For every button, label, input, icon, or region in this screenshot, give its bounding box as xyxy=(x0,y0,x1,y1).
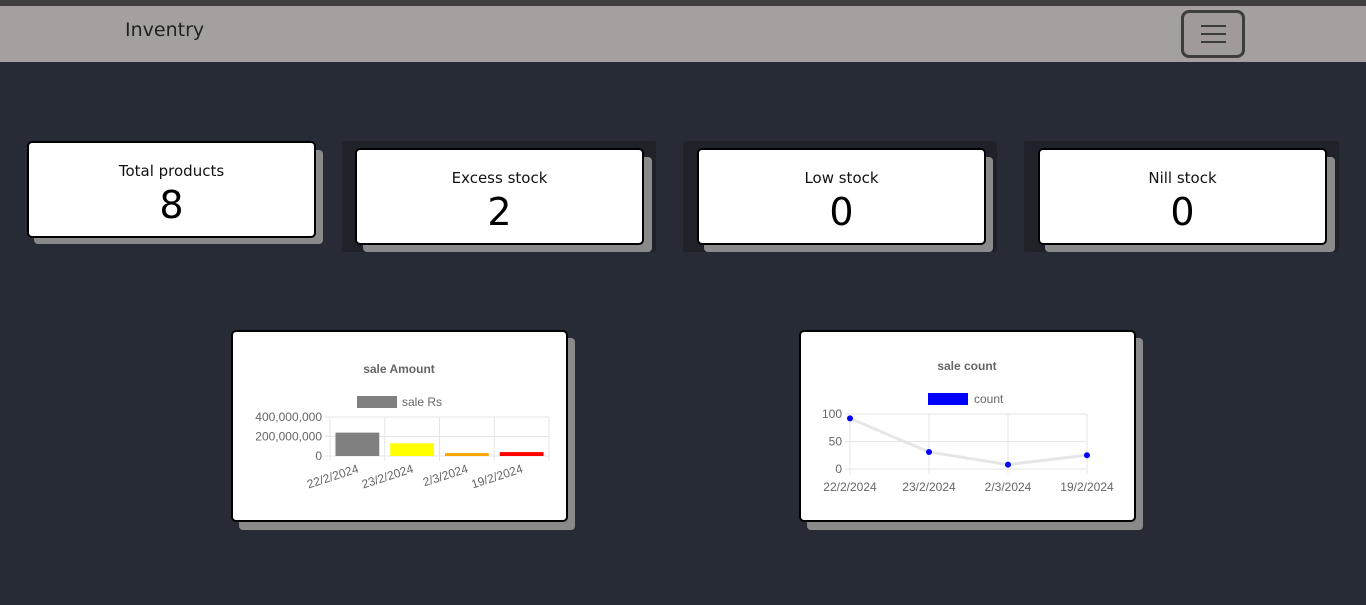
stat-label: Nill stock xyxy=(1148,169,1217,187)
stat-card-total-products: Total products 8 xyxy=(27,141,316,238)
data-point xyxy=(847,415,853,422)
stat-label: Low stock xyxy=(804,169,879,187)
chart-title: sale count xyxy=(937,359,996,373)
data-point xyxy=(1084,452,1090,459)
legend-label: sale Rs xyxy=(402,395,442,409)
y-tick-label: 100 xyxy=(822,407,842,421)
x-tick-label: 2/3/2024 xyxy=(985,480,1032,494)
hamburger-menu-icon xyxy=(1201,25,1226,27)
x-tick-label: 19/2/2024 xyxy=(469,461,524,491)
x-tick-label: 22/2/2024 xyxy=(305,461,360,491)
menu-toggle-button[interactable] xyxy=(1181,10,1245,58)
stat-value: 0 xyxy=(829,190,854,234)
navbar: Inventry xyxy=(0,6,1366,62)
hamburger-menu-icon xyxy=(1201,41,1226,43)
stat-value: 8 xyxy=(159,183,184,227)
bar xyxy=(499,452,544,456)
legend-label: count xyxy=(974,392,1004,406)
bar xyxy=(390,443,435,456)
bar xyxy=(444,453,489,456)
chart-title: sale Amount xyxy=(363,362,435,376)
data-point xyxy=(1005,461,1011,468)
x-tick-label: 2/3/2024 xyxy=(421,461,470,489)
brand-title[interactable]: Inventry xyxy=(125,19,204,41)
x-tick-label: 22/2/2024 xyxy=(823,480,877,494)
sale-count-chart: sale count count 100 50 0 22/2/2024 23/2/2024 2… xyxy=(822,359,1114,494)
stat-label: Total products xyxy=(118,162,225,180)
bar xyxy=(335,432,380,456)
hamburger-menu-icon xyxy=(1201,33,1226,35)
data-point xyxy=(926,448,932,455)
stat-card-low-stock: Low stock 0 xyxy=(697,148,986,245)
y-tick-label: 0 xyxy=(835,462,842,476)
sale-count-chart-card: sale count count 100 50 0 22/2/2024 23/2/2024 2… xyxy=(799,330,1136,522)
stat-value: 0 xyxy=(1170,190,1195,234)
y-tick-label: 50 xyxy=(829,435,843,449)
y-tick-label: 400,000,000 xyxy=(255,410,322,424)
x-tick-label: 23/2/2024 xyxy=(360,461,415,491)
stat-card-nill-stock: Nill stock 0 xyxy=(1038,148,1327,245)
stat-label: Excess stock xyxy=(451,169,548,187)
y-tick-label: 0 xyxy=(315,449,322,463)
stat-card-excess-stock: Excess stock 2 xyxy=(355,148,644,245)
sale-amount-chart: sale Amount sale Rs 400,000,000 200,000,000… xyxy=(255,362,550,491)
x-tick-label: 19/2/2024 xyxy=(1060,480,1114,494)
stat-value: 2 xyxy=(487,190,512,234)
legend-swatch xyxy=(928,393,968,405)
y-tick-label: 200,000,000 xyxy=(255,430,322,444)
x-tick-label: 23/2/2024 xyxy=(902,480,956,494)
legend-swatch xyxy=(357,396,397,408)
sale-amount-chart-card: sale Amount sale Rs 400,000,000 200,000,000… xyxy=(231,330,568,522)
